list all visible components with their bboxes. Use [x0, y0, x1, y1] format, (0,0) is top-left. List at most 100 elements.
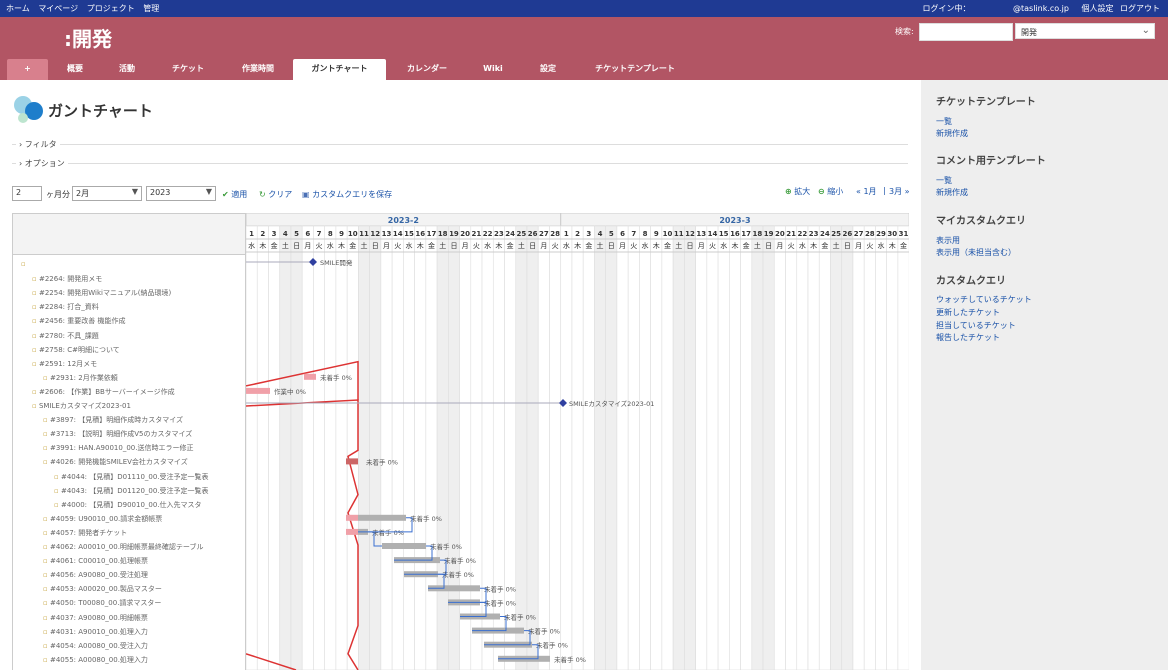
gantt-subject-row[interactable]: ▫ #4062: A00010_00.明細帳票最終確認テーブル — [43, 542, 204, 552]
gantt-subject-row[interactable]: ▫ #4044: 【見積】D01110_00.受注予定一覧表 — [54, 472, 209, 482]
months-input[interactable]: 2 — [12, 186, 42, 201]
gantt-subject-row[interactable]: ▫ #4026: 開発機能SMILEV会社カスタマイズ — [43, 457, 188, 467]
gantt-subject-row[interactable]: ▫ #2758: C#明細について — [32, 345, 120, 355]
gantt-weekday: 日 — [372, 242, 379, 250]
gantt-day-number: 5 — [609, 230, 614, 238]
tab-new[interactable]: + — [7, 59, 48, 80]
issue-icon: ▫ — [43, 627, 50, 636]
sidebar-link-updated[interactable]: 更新したチケット — [936, 307, 1000, 318]
sidebar-link-template-list[interactable]: 一覧 — [936, 116, 952, 127]
gantt-day-number: 5 — [294, 230, 299, 238]
apply-button[interactable]: ✔ 適用 — [222, 189, 247, 200]
gantt-subject-row[interactable]: ▫ #2606: 【作業】BBサーバーイメージ作成 — [32, 387, 175, 397]
gantt-day-number: 28 — [865, 230, 875, 238]
tab-wiki[interactable]: Wiki — [476, 59, 510, 80]
clear-button[interactable]: ↻ クリア — [259, 189, 292, 200]
gantt-subject-row[interactable]: ▫ #4061: C00010_00.処理帳票 — [43, 556, 148, 566]
sidebar-link-template-new[interactable]: 新規作成 — [936, 128, 968, 139]
gantt-subject-row[interactable]: ▫ #2931: 2月作業依頼 — [43, 373, 118, 383]
next-month-link[interactable]: 3月 » — [889, 186, 910, 197]
gantt-subject-row[interactable]: ▫ #4057: 開発者チケット — [43, 528, 127, 538]
sidebar-link-query-unassigned[interactable]: 表示用（未担当含む） — [936, 247, 1016, 258]
gantt-day-number: 26 — [528, 230, 538, 238]
sidebar-link-comment-list[interactable]: 一覧 — [936, 175, 952, 186]
tab-issues[interactable]: チケット — [163, 59, 213, 80]
tab-settings[interactable]: 設定 — [532, 59, 564, 80]
sidebar-link-assigned[interactable]: 担当しているチケット — [936, 320, 1016, 331]
gantt-day-number: 21 — [786, 230, 796, 238]
option-toggle[interactable]: › オプション — [16, 158, 68, 169]
sidebar-link-query-display[interactable]: 表示用 — [936, 235, 960, 246]
filter-toggle[interactable]: › フィルタ — [16, 139, 60, 150]
gantt-day-column — [414, 225, 427, 670]
gantt-day-number: 9 — [339, 230, 344, 238]
nav-mypage[interactable]: マイページ — [38, 4, 78, 13]
gantt-subject-row[interactable]: ▫ #4059: U90010_00.請求金額帳票 — [43, 514, 162, 524]
gantt-subject-row[interactable]: ▫ #4055: A00080_00.処理入力 — [43, 655, 148, 665]
issue-icon: ▫ — [43, 528, 50, 537]
search-input[interactable] — [919, 23, 1013, 41]
gantt-day-number: 20 — [460, 230, 470, 238]
nav-admin[interactable]: 管理 — [143, 4, 159, 13]
gantt-subject-row[interactable]: ▫ #3713: 【説明】明細作成V5のカスタマイズ — [43, 429, 192, 439]
sidebar-link-reported[interactable]: 報告したチケット — [936, 332, 1000, 343]
logout-link[interactable]: ログアウト — [1120, 4, 1160, 13]
tab-overview[interactable]: 概要 — [58, 59, 92, 80]
gantt-subject-row[interactable]: ▫ #4031: A90010_00.処理入力 — [43, 627, 148, 637]
gantt-subject-row[interactable]: ▫ #3897: 【見積】明細作成時カスタマイズ — [43, 415, 183, 425]
issue-icon: ▫ — [54, 500, 61, 509]
subject-text: SMILEカスタマイズ2023-01 — [38, 402, 131, 410]
gantt-subject-row[interactable]: ▫ #4056: A90080_00.受注処理 — [43, 570, 148, 580]
nav-projects[interactable]: プロジェクト — [87, 4, 135, 13]
subject-text: #4059: U90010_00.請求金額帳票 — [49, 514, 163, 523]
gantt-subject-row[interactable]: ▫ #2254: 開発用Wikiマニュアル(納品環境) — [32, 288, 171, 298]
prev-month-link[interactable]: « 1月 — [856, 186, 877, 197]
gantt-subject-row[interactable]: ▫ #4000: 【見積】D90010_00.仕入先マスタ — [54, 500, 202, 510]
tab-gantt[interactable]: ガントチャート — [293, 59, 386, 80]
gantt-day-number: 27 — [854, 230, 864, 238]
gantt-subject-row[interactable]: ▫ #4043: 【見積】D01120_00.受注予定一覧表 — [54, 486, 209, 496]
zoom-in-button[interactable]: ⊕ 拡大 — [785, 186, 810, 197]
tab-issue-templates[interactable]: チケットテンプレート — [584, 59, 686, 80]
gantt-subject-row[interactable]: ▫ #4050: T00080_00.請求マスター — [43, 598, 161, 608]
personal-settings-link[interactable]: 個人設定 — [1081, 4, 1113, 13]
gantt-day-number: 11 — [359, 230, 369, 238]
sidebar-link-watched[interactable]: ウォッチしているチケット — [936, 294, 1032, 305]
gantt-subject-row[interactable]: ▫ #4037: A90080_00.明細帳票 — [43, 613, 148, 623]
main-tabs: + 概要 活動 チケット 作業時間 ガントチャート カレンダー Wiki 設定 … — [0, 59, 1168, 80]
gantt-subject-row[interactable]: ▫ #4054: A00080_00.受注入力 — [43, 641, 148, 651]
gantt-subject-row[interactable]: ▫ SMILEカスタマイズ2023-01 — [32, 401, 131, 411]
gantt-subject-row[interactable]: ▫ #2591: 12月メモ — [32, 359, 97, 369]
tab-activity[interactable]: 活動 — [110, 59, 144, 80]
gantt-day-number: 24 — [820, 230, 830, 238]
issue-icon: ▫ — [32, 303, 39, 312]
gantt-subject-row[interactable]: ▫ #3991: HAN.A90010_00.送信時エラー修正 — [43, 443, 193, 453]
issue-icon: ▫ — [32, 317, 39, 326]
gantt-month-label: 2023-2 — [388, 216, 419, 225]
sidebar-link-comment-new[interactable]: 新規作成 — [936, 187, 968, 198]
project-title: :開発 — [64, 27, 112, 51]
gantt-bar-label: 未着手 0% — [372, 528, 404, 537]
gantt-subject-row[interactable]: ▫ #2284: 打合_資料 — [32, 302, 99, 312]
apply-label: 適用 — [231, 190, 248, 199]
subject-text: #4031: A90010_00.処理入力 — [49, 627, 148, 636]
gantt-weekday: 土 — [597, 241, 604, 250]
login-user[interactable]: @taslink.co.jp — [1013, 4, 1069, 13]
gantt-subject-row[interactable]: ▫ #4053: A00020_00.製品マスター — [43, 584, 162, 594]
month-select[interactable]: 2月 ▼ — [72, 186, 142, 201]
nav-home[interactable]: ホーム — [6, 4, 30, 13]
zoom-out-button[interactable]: ⊖ 縮小 — [818, 186, 843, 197]
gantt-weekday: 土 — [361, 241, 368, 250]
gantt-subject-row[interactable]: ▫ #2456: 重要改善 機能作成 — [32, 316, 125, 326]
save-query-button[interactable]: ▣ カスタムクエリを保存 — [302, 189, 392, 200]
project-jump-select[interactable]: 開発 ⌄ — [1015, 23, 1155, 39]
gantt-month-label: 2023-3 — [719, 216, 750, 225]
tab-time-entries[interactable]: 作業時間 — [232, 59, 284, 80]
year-select[interactable]: 2023 ▼ — [146, 186, 216, 201]
gantt-subject-row[interactable]: ▫ #2264: 開発用メモ — [32, 274, 102, 284]
gantt-subject-row[interactable]: ▫ #2780: 不具_課題 — [32, 331, 99, 341]
tab-calendar[interactable]: カレンダー — [396, 59, 458, 80]
gantt-subject-row[interactable]: ▫ — [21, 260, 26, 268]
gantt-weekday: 金 — [271, 241, 278, 250]
issue-icon: ▫ — [43, 641, 50, 650]
